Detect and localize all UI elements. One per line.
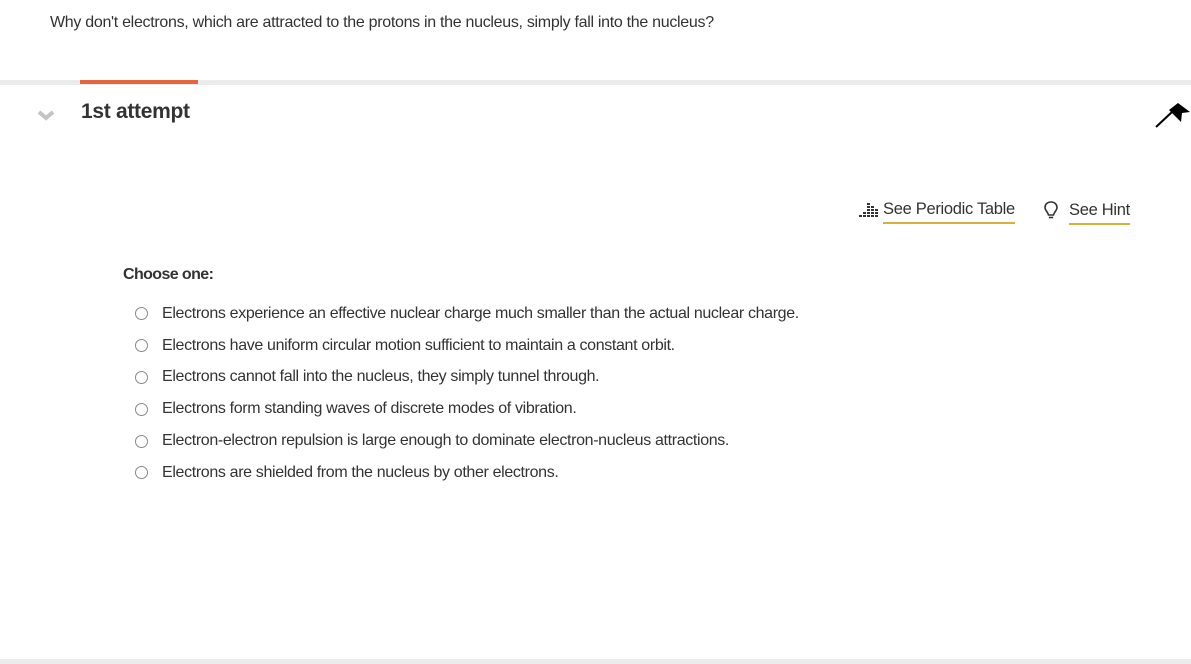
radio-button[interactable] [135,339,148,353]
radio-button[interactable] [135,402,148,416]
collapse-attempt-button[interactable] [36,107,56,123]
answer-option[interactable]: Electrons cannot fall into the nucleus, … [135,362,799,394]
option-label: Electrons are shielded from the nucleus … [162,463,559,481]
answer-option[interactable]: Electrons are shielded from the nucleus … [135,457,799,489]
see-hint-link[interactable]: See Hint [1043,200,1130,225]
option-label: Electron-electron repulsion is large eno… [162,432,730,450]
answer-option[interactable]: Electron-electron repulsion is large eno… [135,425,799,457]
question-text: Why don't electrons, which are attracted… [50,14,714,31]
answer-option[interactable]: Electrons have uniform circular motion s… [135,330,799,362]
lightbulb-icon [1043,200,1059,225]
radio-button[interactable] [135,307,148,321]
radio-button[interactable] [135,434,148,448]
periodic-table-icon [859,202,879,223]
answer-option[interactable]: Electrons experience an effective nuclea… [135,298,799,330]
see-hint-label: See Hint [1069,201,1130,225]
option-label: Electrons form standing waves of discret… [162,400,577,418]
bottom-divider [0,659,1191,664]
option-label: Electrons cannot fall into the nucleus, … [162,368,600,386]
active-attempt-indicator [80,80,198,84]
option-label: Electrons have uniform circular motion s… [162,336,675,354]
flag-icon [1155,103,1190,128]
choose-one-prompt: Choose one: [123,266,214,283]
answer-option[interactable]: Electrons form standing waves of discret… [135,393,799,425]
flag-button[interactable] [1152,100,1191,132]
radio-button[interactable] [135,466,148,480]
answer-options: Electrons experience an effective nuclea… [135,298,799,489]
see-periodic-table-label: See Periodic Table [883,200,1015,224]
chevron-down-icon [37,110,55,121]
radio-button[interactable] [135,370,148,384]
option-label: Electrons experience an effective nuclea… [162,304,799,322]
see-periodic-table-link[interactable]: See Periodic Table [859,200,1015,224]
attempt-title: 1st attempt [81,100,190,123]
